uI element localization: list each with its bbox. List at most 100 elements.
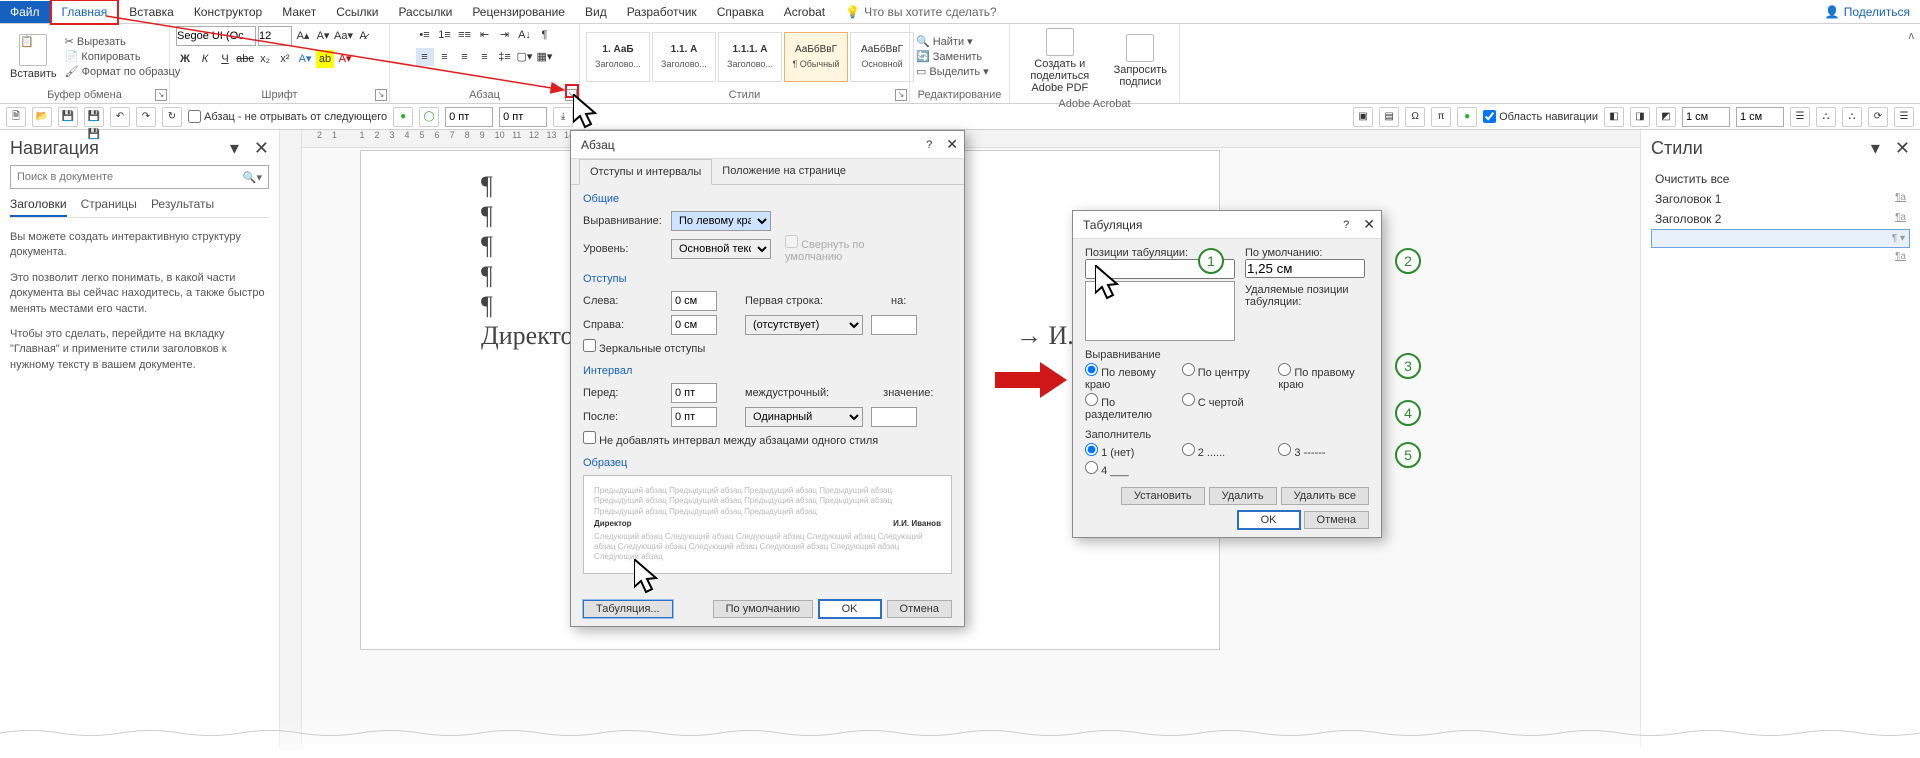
find-button[interactable]: 🔍 Найти ▾ bbox=[916, 35, 989, 48]
q-icon3[interactable]: ◧ bbox=[1604, 107, 1624, 127]
close-icon[interactable]: ✕ bbox=[946, 136, 958, 153]
request-sign-button[interactable]: Запросить подписи bbox=[1108, 32, 1173, 90]
tree-icon[interactable]: ☰ bbox=[1790, 107, 1810, 127]
select-button[interactable]: ▭ Выделить ▾ bbox=[916, 65, 989, 78]
tree-icon2[interactable]: ⛬ bbox=[1816, 107, 1836, 127]
nosame-checkbox[interactable]: Не добавлять интервал между абзацами одн… bbox=[583, 431, 878, 447]
create-pdf-button[interactable]: Создать и поделиться Adobe PDF bbox=[1016, 26, 1104, 96]
styles-dropdown-icon[interactable]: ▾ bbox=[1871, 138, 1880, 158]
replace-button[interactable]: 🔄 Заменить bbox=[916, 50, 989, 63]
redo-icon[interactable]: ↷ bbox=[136, 107, 156, 127]
saveall-icon[interactable]: 💾💾 bbox=[84, 107, 104, 127]
undo-icon[interactable]: ↶ bbox=[110, 107, 130, 127]
save-icon[interactable]: 💾 bbox=[58, 107, 78, 127]
annotation-arrow-to-launcher bbox=[48, 8, 588, 103]
default-button[interactable]: По умолчанию bbox=[713, 600, 813, 618]
green-dot-icon[interactable]: ● bbox=[393, 107, 413, 127]
q-icon4[interactable]: ◨ bbox=[1630, 107, 1650, 127]
ok-button[interactable]: OK bbox=[819, 600, 881, 618]
align-left-radio[interactable]: По левому краю bbox=[1085, 363, 1176, 391]
tab-file[interactable]: Файл bbox=[0, 1, 50, 23]
share-button[interactable]: 👤 Поделиться bbox=[1815, 5, 1920, 19]
styles-close-icon[interactable]: ✕ bbox=[1895, 138, 1910, 158]
style-heading2[interactable]: Заголовок 2¶a bbox=[1651, 209, 1910, 229]
ok-button[interactable]: OK bbox=[1238, 511, 1300, 529]
horizontal-ruler[interactable]: 2 1 1 2 3 4 5 6 7 8 9 10 11 12 13 14 15 … bbox=[302, 130, 1640, 148]
indent-right-label: Справа: bbox=[583, 319, 663, 331]
tab-developer[interactable]: Разработчик bbox=[617, 1, 707, 23]
cancel-button[interactable]: Отмена bbox=[887, 600, 952, 618]
mirror-checkbox[interactable]: Зеркальные отступы bbox=[583, 339, 705, 355]
leader-2-radio[interactable]: 2 ...... bbox=[1182, 443, 1273, 459]
tell-me[interactable]: 💡 Что вы хотите сделать? bbox=[835, 1, 1007, 23]
style-heading1[interactable]: Заголовок 1¶a bbox=[1651, 189, 1910, 209]
margin-top[interactable] bbox=[1682, 107, 1730, 127]
after-input[interactable] bbox=[671, 407, 717, 427]
nav-pane-checkbox[interactable]: Область навигации bbox=[1483, 110, 1598, 123]
new-doc-icon[interactable]: 🗎 bbox=[6, 107, 26, 127]
clear-all-button[interactable]: Удалить все bbox=[1281, 487, 1369, 505]
collapse-ribbon-icon[interactable]: ʌ bbox=[1903, 24, 1920, 103]
leader-1-radio[interactable]: 1 (нет) bbox=[1085, 443, 1176, 459]
cancel-button[interactable]: Отмена bbox=[1304, 511, 1369, 529]
search-icon[interactable]: 🔍▾ bbox=[237, 171, 268, 184]
nav-tab-headings[interactable]: Заголовки bbox=[10, 197, 67, 217]
nav-search-input[interactable] bbox=[11, 171, 237, 183]
first-line-value[interactable] bbox=[871, 315, 917, 335]
style-current[interactable]: ¶ ▾ bbox=[1651, 229, 1910, 248]
line-spacing-value[interactable] bbox=[871, 407, 917, 427]
nav-tab-pages[interactable]: Страницы bbox=[81, 197, 137, 217]
q-icon2[interactable]: ▤ bbox=[1379, 107, 1399, 127]
align-decimal-radio[interactable]: По разделителю bbox=[1085, 393, 1176, 421]
margin-bottom[interactable] bbox=[1736, 107, 1784, 127]
spinner-before[interactable] bbox=[445, 107, 493, 127]
indent-left-input[interactable] bbox=[671, 291, 717, 311]
repeat-icon[interactable]: ↻ bbox=[162, 107, 182, 127]
refresh-icon[interactable]: ⟳ bbox=[1868, 107, 1888, 127]
help-icon[interactable]: ? bbox=[1343, 219, 1349, 231]
style-clear-all[interactable]: Очистить все bbox=[1651, 169, 1910, 189]
q-icon5[interactable]: ◩ bbox=[1656, 107, 1676, 127]
before-input[interactable] bbox=[671, 383, 717, 403]
spinner-after[interactable] bbox=[499, 107, 547, 127]
leader-4-radio[interactable]: 4 ___ bbox=[1085, 461, 1176, 477]
default-tab-input[interactable] bbox=[1245, 259, 1365, 278]
help-icon[interactable]: ? bbox=[926, 139, 932, 151]
level-select[interactable]: Основной текст bbox=[671, 239, 771, 259]
nav-dropdown-icon[interactable]: ▾ bbox=[230, 138, 239, 158]
alignment-select[interactable]: По левому краю bbox=[671, 211, 771, 231]
nav-tab-results[interactable]: Результаты bbox=[151, 197, 214, 217]
pi-icon[interactable]: π bbox=[1431, 107, 1451, 127]
styles-launcher[interactable]: ↘ bbox=[895, 89, 907, 101]
nav-search[interactable]: 🔍▾ bbox=[10, 165, 269, 189]
leader-3-radio[interactable]: 3 ------ bbox=[1278, 443, 1369, 459]
open-icon[interactable]: 📂 bbox=[32, 107, 52, 127]
clear-button[interactable]: Удалить bbox=[1209, 487, 1277, 505]
nav-close-icon[interactable]: ✕ bbox=[254, 138, 269, 158]
green-dot-icon2[interactable]: ● bbox=[1457, 107, 1477, 127]
style-item[interactable]: ¶a bbox=[1651, 248, 1910, 265]
set-button[interactable]: Установить bbox=[1121, 487, 1205, 505]
pagebreak-icon[interactable]: ⤓ bbox=[553, 107, 573, 127]
tree-icon3[interactable]: ⛬ bbox=[1842, 107, 1862, 127]
line-spacing-select[interactable]: Одинарный bbox=[745, 407, 863, 427]
align-right-radio[interactable]: По правому краю bbox=[1278, 363, 1369, 391]
green-ring-icon[interactable]: ◯ bbox=[419, 107, 439, 127]
first-line-select[interactable]: (отсутствует) bbox=[745, 315, 863, 335]
tab-help[interactable]: Справка bbox=[707, 1, 774, 23]
close-icon[interactable]: ✕ bbox=[1363, 216, 1375, 233]
indent-right-input[interactable] bbox=[671, 315, 717, 335]
tab-position[interactable]: Положение на странице bbox=[712, 159, 856, 184]
vertical-ruler[interactable] bbox=[280, 130, 302, 750]
align-center-radio[interactable]: По центру bbox=[1182, 363, 1273, 391]
align-bar-radio[interactable]: С чертой bbox=[1182, 393, 1273, 421]
keep-with-next-checkbox[interactable]: Абзац - не отрывать от следующего bbox=[188, 110, 387, 123]
style-gallery[interactable]: 1. АаБЗаголово... 1.1. АЗаголово... 1.1.… bbox=[586, 32, 914, 82]
tab-acrobat[interactable]: Acrobat bbox=[774, 1, 835, 23]
more-icon[interactable]: ☰ bbox=[1894, 107, 1914, 127]
positions-list[interactable] bbox=[1085, 281, 1235, 341]
q-icon[interactable]: ▣ bbox=[1353, 107, 1373, 127]
tab-indents[interactable]: Отступы и интервалы bbox=[579, 159, 712, 185]
tabs-button[interactable]: Табуляция... bbox=[583, 600, 673, 618]
omega-icon[interactable]: Ω bbox=[1405, 107, 1425, 127]
